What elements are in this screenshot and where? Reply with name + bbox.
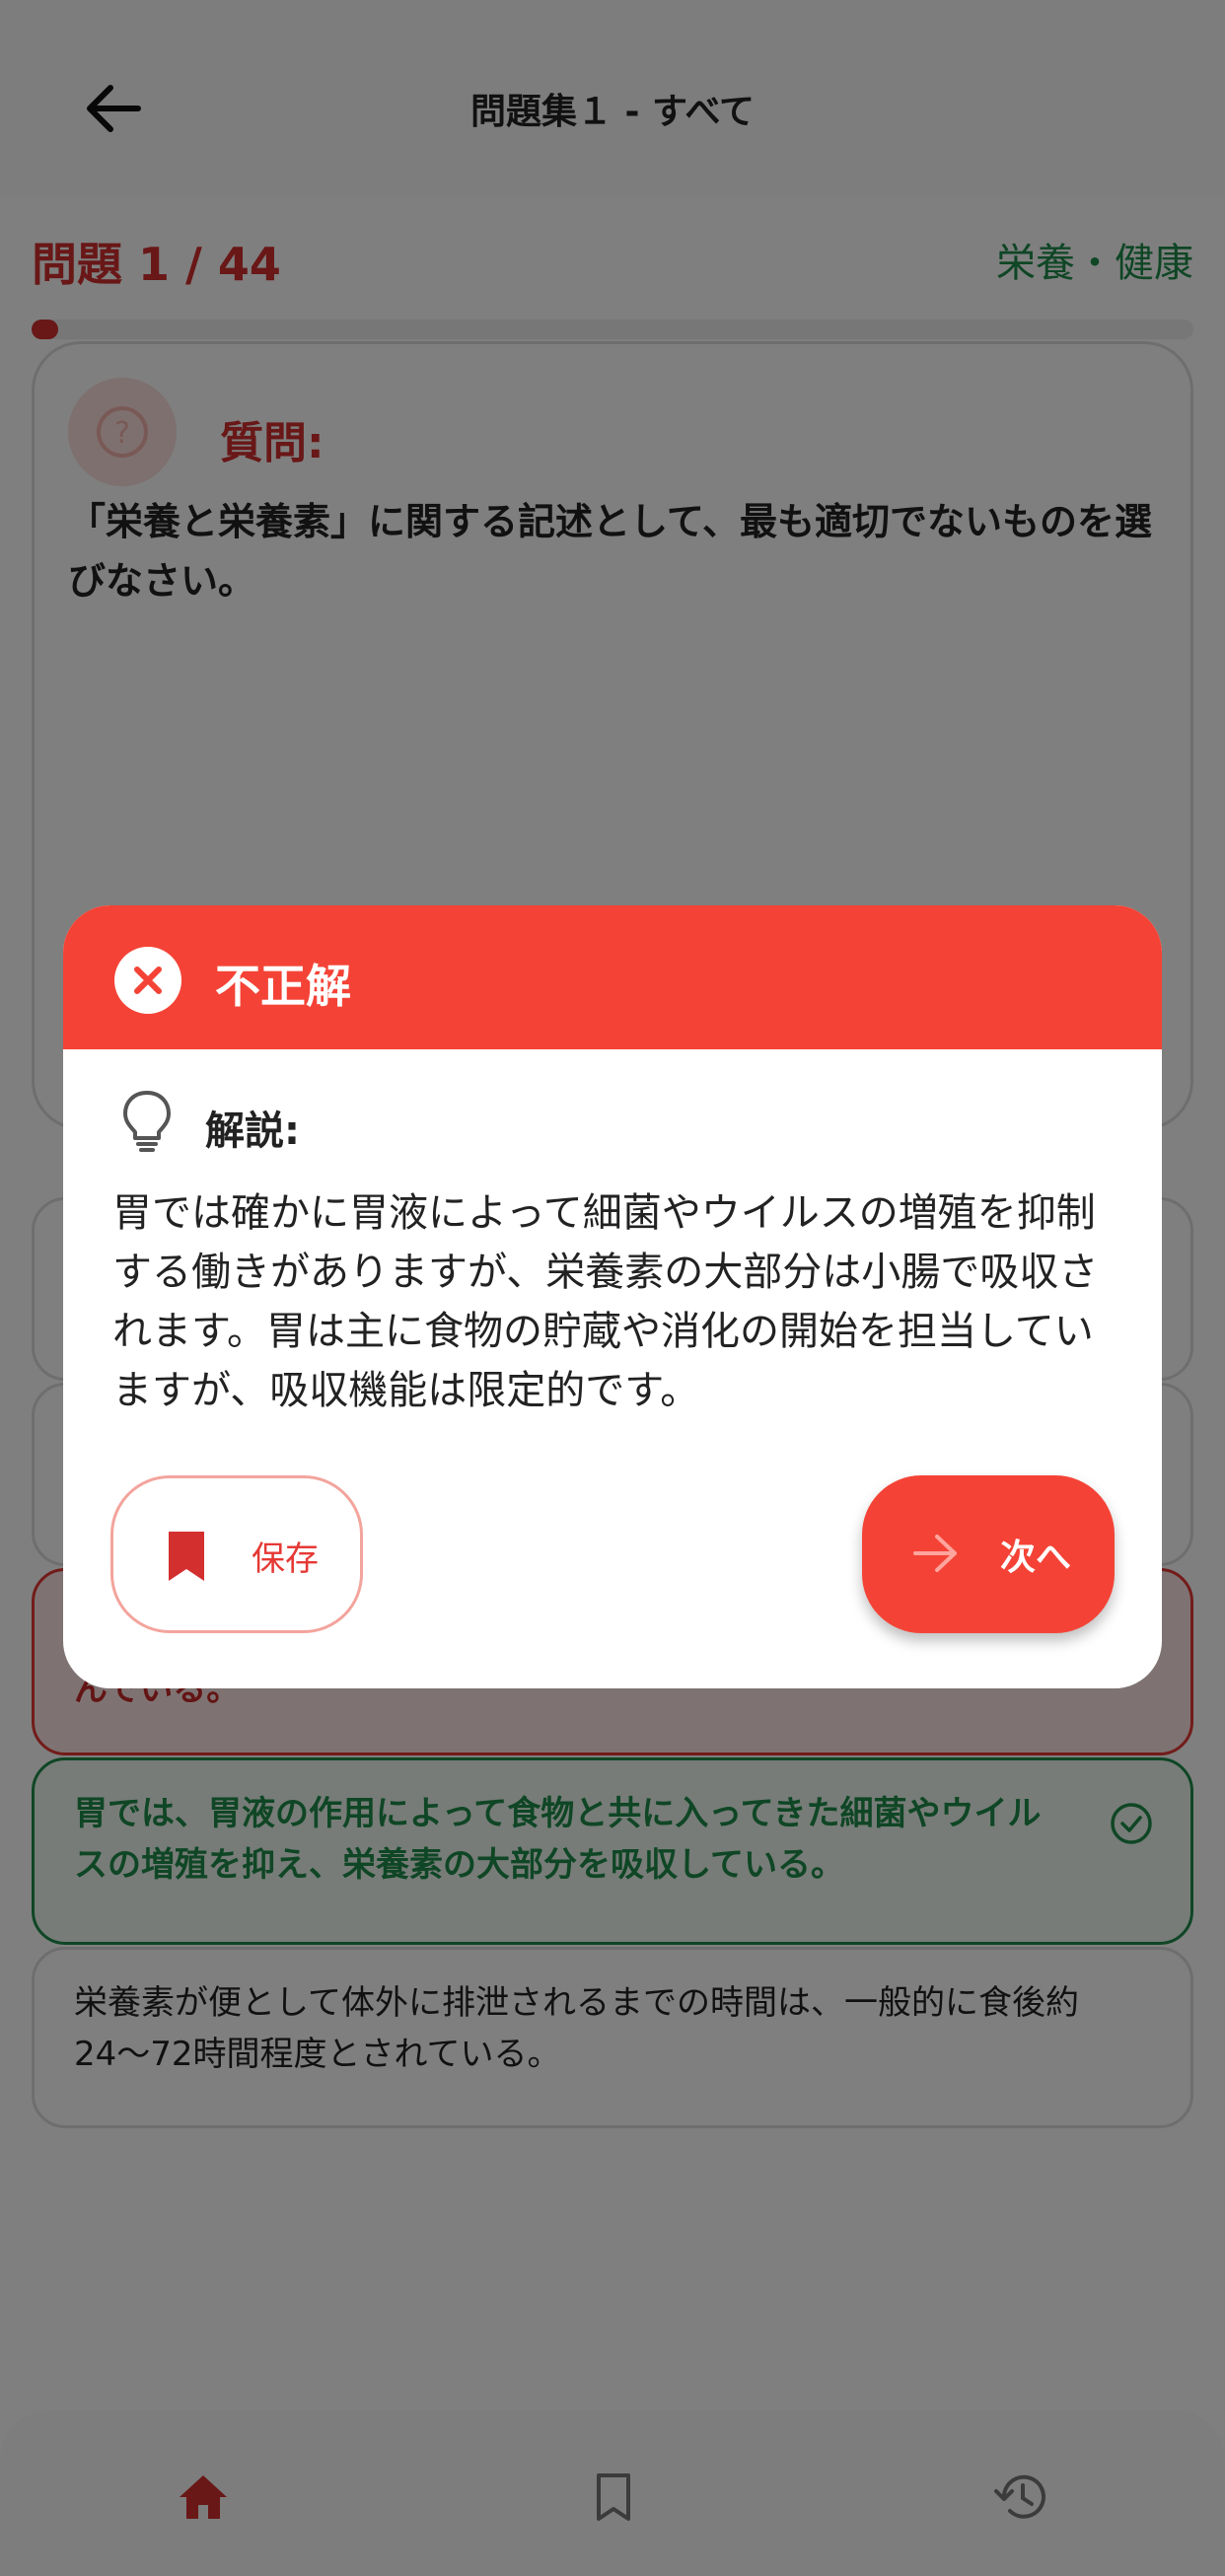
close-circle-icon <box>114 947 181 1014</box>
arrow-right-icon <box>913 1535 957 1572</box>
explanation-text: 胃では確かに胃液によって細菌やウイルスの増殖を抑制する働きがありますが、栄養素の… <box>112 1190 1099 1413</box>
save-button[interactable]: 保存 <box>110 1475 363 1633</box>
save-label: 保存 <box>252 1539 319 1579</box>
dialog-title: 不正解 <box>215 960 351 1013</box>
dialog-header: 不正解 <box>63 905 1162 1049</box>
explanation-label: 解説: <box>205 1109 300 1154</box>
next-button[interactable]: 次へ <box>862 1475 1115 1633</box>
next-label: 次へ <box>1000 1538 1072 1578</box>
result-dialog: 不正解 解説: 胃では確かに胃液によって細菌やウイルスの増殖を抑制する働きがあり… <box>63 905 1162 1688</box>
bookmark-filled-icon <box>169 1532 204 1581</box>
lightbulb-icon <box>123 1091 171 1152</box>
